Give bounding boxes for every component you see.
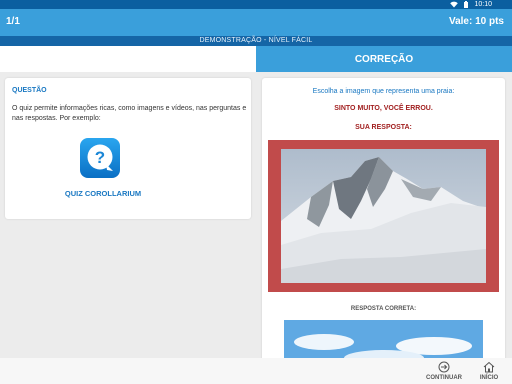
status-time: 10:10 xyxy=(474,1,492,8)
home-button[interactable]: INÍCIO xyxy=(466,360,512,384)
quiz-subtitle: DEMONSTRAÇÃO - NÍVEL FÁCIL xyxy=(0,36,512,46)
question-prompt: Escolha a imagem que representa uma prai… xyxy=(312,88,455,95)
mountain-image xyxy=(281,149,486,283)
svg-text:?: ? xyxy=(95,148,105,167)
your-answer-label: SUA RESPOSTA: xyxy=(355,124,412,131)
continue-button[interactable]: CONTINUAR xyxy=(421,360,467,384)
home-label: INÍCIO xyxy=(479,375,499,381)
correction-panel: Escolha a imagem que representa uma prai… xyxy=(262,78,505,384)
continue-icon xyxy=(438,361,450,373)
continue-label: CONTINUAR xyxy=(426,375,462,381)
correct-answer-label: RESPOSTA CORRETA: xyxy=(350,306,417,312)
left-band xyxy=(0,46,256,72)
correction-header: CORREÇÃO xyxy=(256,46,512,72)
question-progress: 1/1 xyxy=(6,16,20,27)
wrong-answer-frame xyxy=(268,140,499,292)
question-points: Vale: 10 pts xyxy=(448,16,504,27)
question-text: O quiz permite informações ricas, como i… xyxy=(12,105,247,122)
status-bar: 10:10 xyxy=(0,0,512,9)
wifi-icon xyxy=(450,1,459,8)
top-bar: 1/1 Vale: 10 pts xyxy=(0,9,512,36)
home-icon xyxy=(483,361,495,373)
question-card: QUESTÃO O quiz permite informações ricas… xyxy=(5,78,251,219)
bottom-nav: CONTINUAR INÍCIO xyxy=(0,358,512,384)
question-title: QUESTÃO xyxy=(12,87,47,94)
result-message: SINTO MUITO, VOCÊ ERROU. xyxy=(334,105,433,112)
app-logo-icon[interactable]: ? xyxy=(80,138,120,178)
battery-icon xyxy=(464,1,469,8)
app-name: QUIZ COROLLARIUM xyxy=(64,189,142,198)
